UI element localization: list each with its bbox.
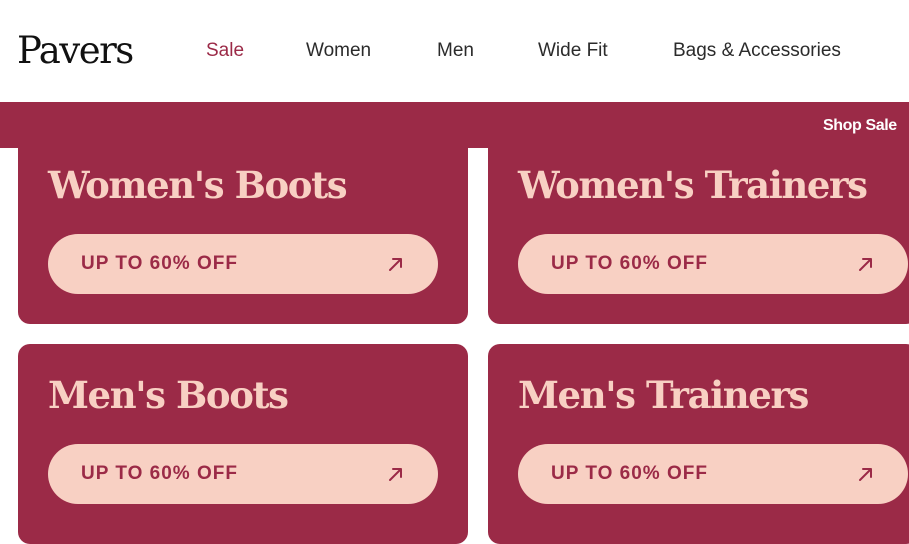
category-card-mens-trainers[interactable]: Men's Trainers UP TO 60% OFF <box>488 344 909 544</box>
arrow-up-right-icon <box>389 468 402 481</box>
cta-label: UP TO 60% OFF <box>81 463 238 484</box>
cta-label: UP TO 60% OFF <box>551 463 708 484</box>
category-card-mens-boots[interactable]: Men's Boots UP TO 60% OFF <box>18 344 468 544</box>
nav-item-sale[interactable]: Sale <box>206 38 244 64</box>
card-title: Men's Boots <box>48 373 289 417</box>
arrow-up-right-icon <box>389 258 402 271</box>
arrow-up-right-icon <box>859 468 872 481</box>
site-header: Pavers Sale Women Men Wide Fit Bags & Ac… <box>0 0 909 102</box>
nav-item-women[interactable]: Women <box>306 38 371 64</box>
pavers-logo[interactable]: Pavers <box>17 26 134 76</box>
nav-item-wide-fit[interactable]: Wide Fit <box>538 38 608 64</box>
promo-bar <box>0 102 909 148</box>
card-title: Men's Trainers <box>518 373 809 417</box>
arrow-up-right-icon <box>859 258 872 271</box>
discount-cta-button[interactable]: UP TO 60% OFF <box>48 444 438 504</box>
nav-item-men[interactable]: Men <box>437 38 474 64</box>
discount-cta-button[interactable]: UP TO 60% OFF <box>518 234 908 294</box>
category-card-womens-boots[interactable]: Women's Boots UP TO 60% OFF <box>18 147 468 324</box>
shop-sale-link[interactable]: Shop Sale <box>823 116 897 136</box>
cta-label: UP TO 60% OFF <box>551 253 708 274</box>
nav-item-bags-accessories[interactable]: Bags & Accessories <box>673 38 841 64</box>
discount-cta-button[interactable]: UP TO 60% OFF <box>518 444 908 504</box>
card-title: Women's Boots <box>48 163 348 207</box>
category-card-womens-trainers[interactable]: Women's Trainers UP TO 60% OFF <box>488 147 909 324</box>
cta-label: UP TO 60% OFF <box>81 253 238 274</box>
card-title: Women's Trainers <box>518 163 868 207</box>
discount-cta-button[interactable]: UP TO 60% OFF <box>48 234 438 294</box>
